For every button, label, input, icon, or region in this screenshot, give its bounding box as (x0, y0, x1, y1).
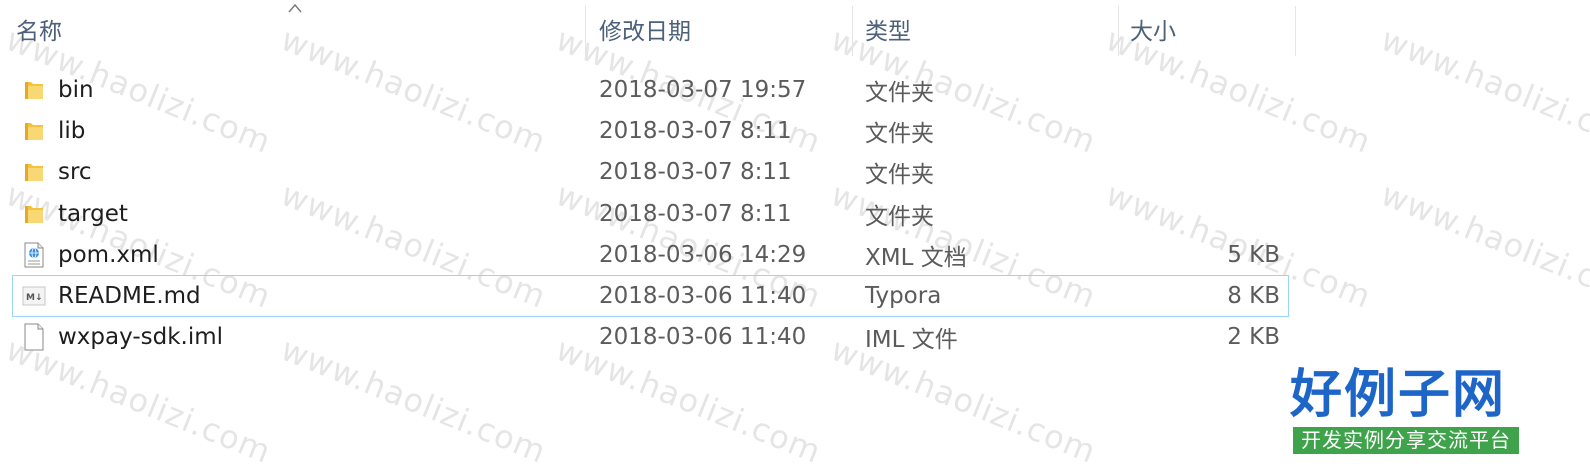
folder-icon (22, 193, 46, 234)
file-date: 2018-03-07 8:11 (599, 200, 792, 227)
file-row-wxpay-sdk-iml[interactable]: wxpay-sdk.iml 2018-03-06 11:40 IML 文件 2 … (0, 317, 1300, 358)
column-header-name[interactable]: 名称 (0, 0, 585, 62)
brand-subtitle: 开发实例分享交流平台 (1293, 427, 1519, 454)
folder-icon (22, 110, 46, 151)
file-size (1140, 69, 1280, 110)
file-name: README.md (58, 283, 201, 310)
file-list: bin 2018-03-07 19:57 文件夹 lib 2018-03-07 … (0, 69, 1300, 358)
file-size: 8 KB (1227, 283, 1280, 310)
file-size: 2 KB (1227, 324, 1280, 351)
blank-file-icon (22, 317, 46, 358)
file-name: bin (58, 76, 94, 103)
file-type: 文件夹 (865, 120, 934, 147)
file-date: 2018-03-07 19:57 (599, 76, 807, 103)
markdown-file-icon: M↓ (22, 276, 46, 315)
brand-logo: 好例子网 开发实例分享交流平台 (1290, 364, 1522, 456)
file-size: 5 KB (1227, 241, 1280, 268)
file-type: 文件夹 (865, 162, 934, 189)
file-name: target (58, 200, 128, 227)
file-size (1140, 110, 1280, 151)
file-date: 2018-03-06 11:40 (599, 283, 807, 310)
file-type: 文件夹 (865, 203, 934, 230)
file-type: Typora (865, 283, 942, 310)
file-row-pom-xml[interactable]: pom.xml 2018-03-06 14:29 XML 文档 5 KB (0, 234, 1300, 275)
folder-icon (22, 152, 46, 193)
file-row-src[interactable]: src 2018-03-07 8:11 文件夹 (0, 152, 1300, 193)
column-header-date[interactable]: 修改日期 (583, 0, 853, 62)
file-size (1140, 193, 1280, 234)
column-divider[interactable] (1295, 6, 1296, 56)
column-header-size[interactable]: 大小 (1114, 0, 1294, 62)
watermark-text: www.haolizi.com (1375, 20, 1590, 161)
file-explorer: www.haolizi.com www.haolizi.com www.haol… (0, 0, 1590, 472)
xml-file-icon (22, 234, 46, 275)
file-name: wxpay-sdk.iml (58, 324, 224, 351)
file-date: 2018-03-06 11:40 (599, 324, 807, 351)
file-type: 文件夹 (865, 79, 934, 106)
folder-icon (22, 69, 46, 110)
file-row-bin[interactable]: bin 2018-03-07 19:57 文件夹 (0, 69, 1300, 110)
column-header: 名称 修改日期 类型 大小 (0, 0, 1300, 62)
file-row-lib[interactable]: lib 2018-03-07 8:11 文件夹 (0, 110, 1300, 151)
file-type: IML 文件 (865, 327, 958, 354)
svg-text:M↓: M↓ (26, 293, 43, 303)
file-date: 2018-03-07 8:11 (599, 117, 792, 144)
file-date: 2018-03-06 14:29 (599, 241, 807, 268)
watermark-text: www.haolizi.com (1375, 175, 1590, 316)
file-row-target[interactable]: target 2018-03-07 8:11 文件夹 (0, 193, 1300, 234)
file-size (1140, 152, 1280, 193)
file-name: lib (58, 117, 86, 144)
file-name: pom.xml (58, 241, 159, 268)
file-type: XML 文档 (865, 244, 967, 271)
file-date: 2018-03-07 8:11 (599, 159, 792, 186)
file-row-readme-md[interactable]: M↓ README.md 2018-03-06 11:40 Typora 8 K… (12, 275, 1289, 317)
brand-title: 好例子网 (1290, 364, 1507, 425)
file-name: src (58, 159, 92, 186)
column-header-type[interactable]: 类型 (849, 0, 1119, 62)
